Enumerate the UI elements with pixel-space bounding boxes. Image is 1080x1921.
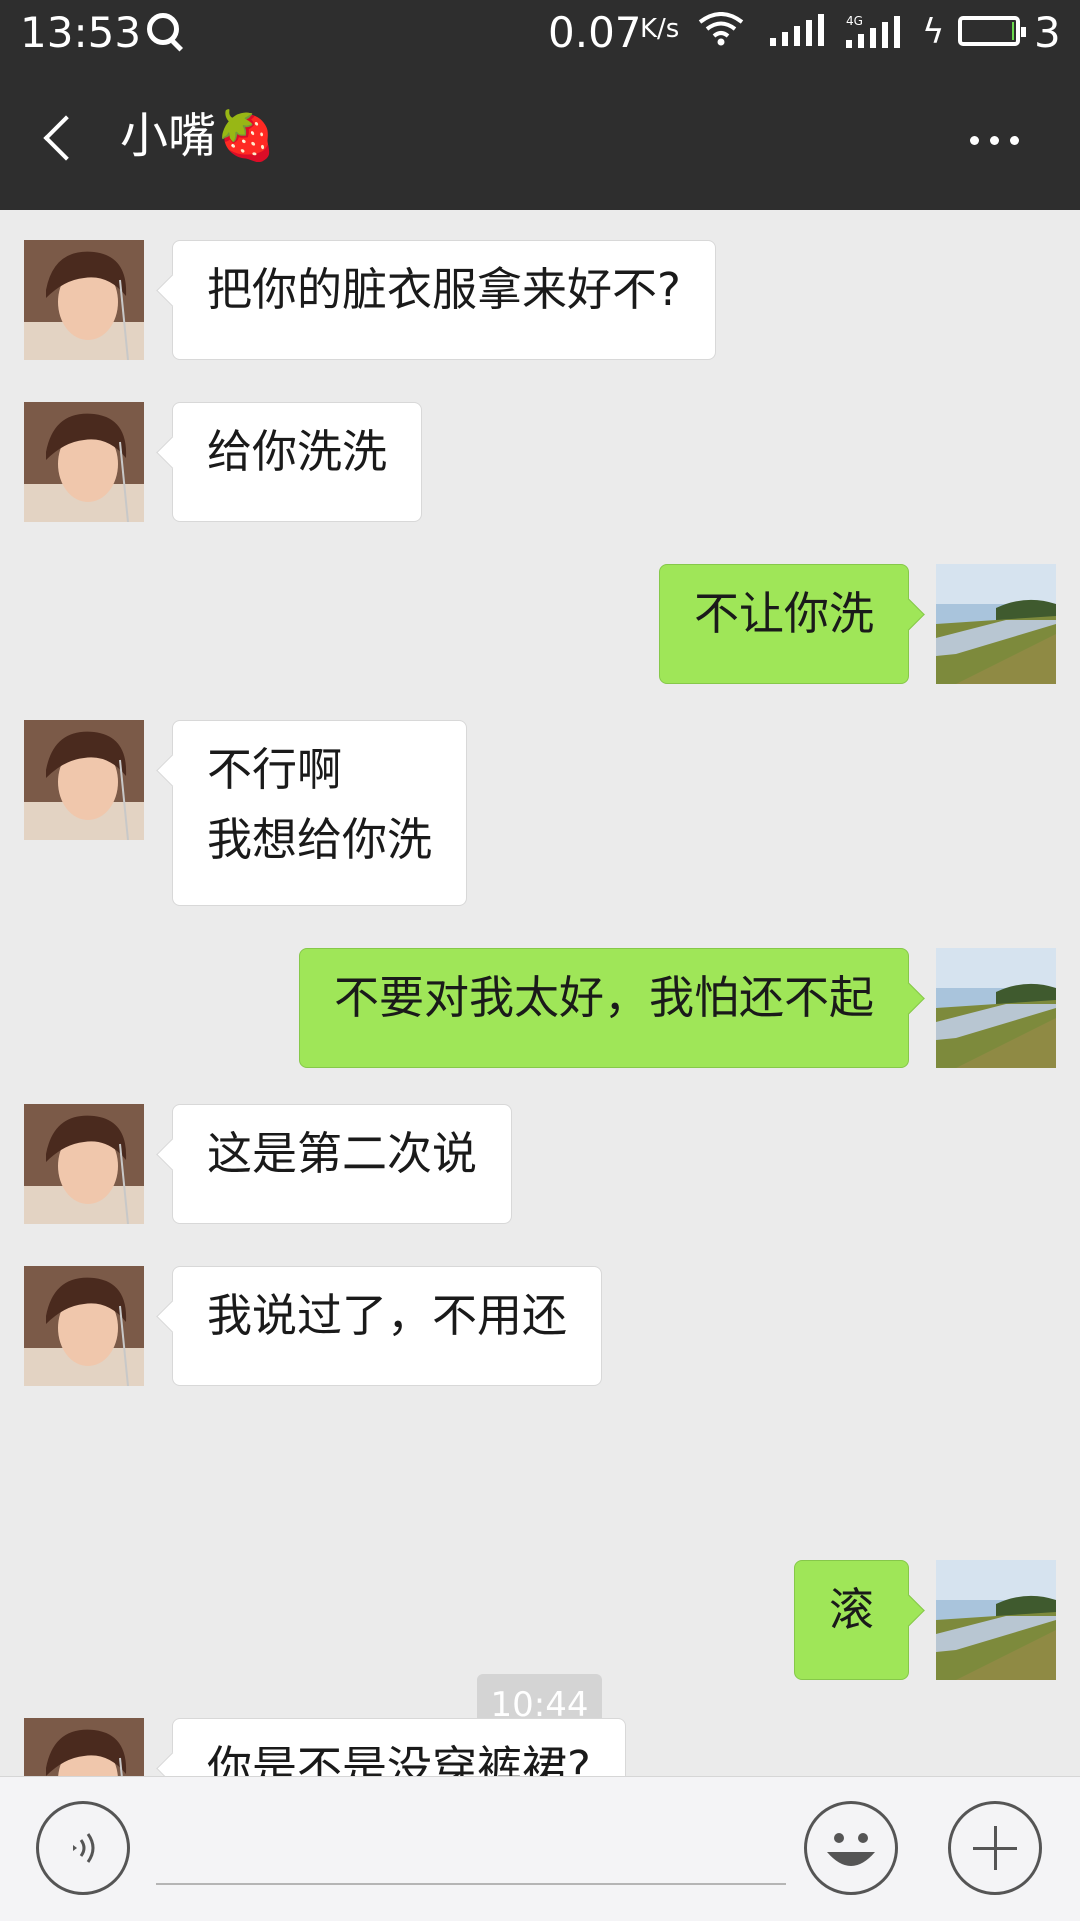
smiley-icon (827, 1833, 875, 1866)
contact-avatar[interactable] (24, 240, 144, 360)
status-time: 13:53 (20, 8, 142, 57)
my-avatar[interactable] (936, 948, 1056, 1068)
network-speed-unit: K/s (640, 14, 680, 44)
back-button[interactable] (34, 102, 94, 174)
my-avatar[interactable] (936, 564, 1056, 684)
contact-avatar[interactable] (24, 720, 144, 840)
signal-icon (770, 14, 824, 46)
network-speed: 0.07 (548, 8, 642, 57)
contact-avatar[interactable] (24, 402, 144, 522)
chat-header: 小嘴🍓 (0, 66, 1080, 210)
more-options-button[interactable] (960, 110, 1030, 166)
wifi-icon (698, 12, 744, 46)
message-bubble[interactable]: 我说过了，不用还 (172, 1266, 603, 1386)
my-avatar[interactable] (936, 1560, 1056, 1680)
battery-percent: 3 (1034, 8, 1061, 57)
contact-avatar[interactable] (24, 1266, 144, 1386)
charging-icon: ϟ (922, 12, 945, 52)
message-bubble[interactable]: 不要对我太好，我怕还不起 (298, 948, 909, 1068)
voice-input-button[interactable] (36, 1801, 130, 1895)
q-app-icon (147, 13, 179, 45)
message-bubble[interactable]: 给你洗洗 (172, 402, 423, 522)
chat-title: 小嘴🍓 (120, 108, 276, 164)
message-input[interactable] (156, 1817, 786, 1885)
contact-avatar[interactable] (24, 1718, 144, 1776)
more-dot-icon (1010, 136, 1019, 145)
message-bubble[interactable]: 这是第二次说 (172, 1104, 513, 1224)
message-bubble[interactable]: 把你的脏衣服拿来好不? (172, 240, 716, 360)
contact-avatar[interactable] (24, 1104, 144, 1224)
4g-label: 4G (846, 14, 863, 28)
more-dot-icon (970, 136, 979, 145)
emoji-button[interactable] (804, 1801, 898, 1895)
status-bar: 13:53 0.07 K/s 4G ϟ 3 (0, 0, 1080, 66)
message-bubble[interactable]: 不让你洗 (658, 564, 909, 684)
chat-message-list[interactable]: 把你的脏衣服拿来好不? 给你洗洗 不让你洗 不行啊 我想给你洗 不要对我太好，我… (0, 210, 1080, 1776)
voice-icon (73, 1833, 95, 1863)
message-bubble[interactable]: 滚 (793, 1560, 909, 1680)
input-bar (0, 1776, 1080, 1921)
battery-level-fill (1012, 22, 1014, 40)
battery-icon (958, 16, 1026, 46)
message-bubble[interactable]: 不行啊 我想给你洗 (172, 720, 468, 906)
more-functions-button[interactable] (948, 1801, 1042, 1895)
message-bubble[interactable]: 你是不是没穿裤裙? (172, 1718, 626, 1776)
4g-signal-icon: 4G (846, 14, 900, 48)
more-dot-icon (990, 136, 999, 145)
